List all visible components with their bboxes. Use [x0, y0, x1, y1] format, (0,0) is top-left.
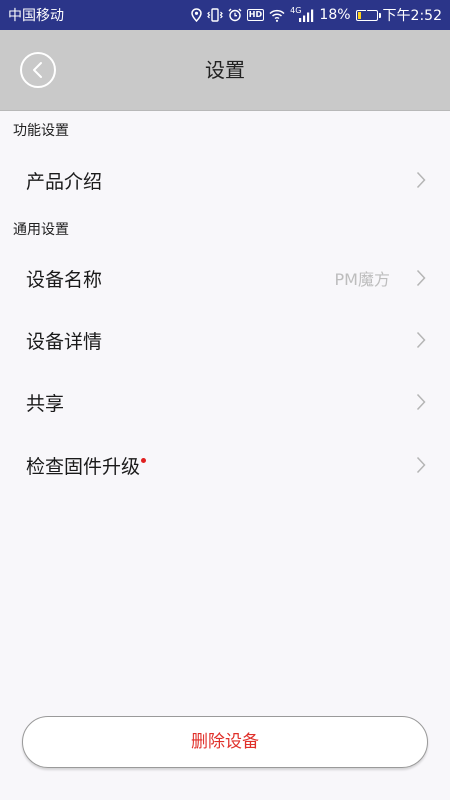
device-name-value: PM魔方: [334, 270, 390, 289]
clock: 下午2:52: [382, 8, 442, 24]
alarm-icon: [228, 8, 242, 22]
row-device-name[interactable]: 设备名称 PM魔方: [0, 250, 450, 306]
battery-percent: 18%: [319, 7, 351, 23]
chevron-right-icon: [416, 456, 426, 474]
section-header-function: 功能设置: [13, 123, 69, 139]
row-label-with-badge: 检查固件升级: [26, 452, 147, 479]
row-label: 设备名称: [26, 268, 103, 291]
back-button[interactable]: [20, 52, 56, 88]
chevron-right-icon: [416, 171, 426, 189]
row-firmware-upgrade[interactable]: 检查固件升级: [0, 437, 450, 493]
row-label: 设备详情: [26, 330, 103, 353]
vibrate-icon: [206, 8, 223, 22]
wifi-icon: [269, 9, 285, 22]
chevron-right-icon: [416, 393, 426, 411]
section-header-general: 通用设置: [13, 222, 69, 238]
charging-icon: +: [362, 7, 371, 19]
signal-icon: 4G: [290, 5, 314, 22]
status-icons: HD 4G 18% + 下午2:52: [191, 5, 442, 25]
battery-icon: +: [355, 7, 381, 21]
row-label: 共享: [26, 392, 65, 415]
update-badge-dot: [141, 457, 147, 463]
chevron-left-icon: [31, 61, 45, 79]
chevron-right-icon: [416, 269, 426, 287]
row-share[interactable]: 共享: [0, 374, 450, 430]
page-title: 设置: [205, 58, 245, 82]
status-bar: 中国移动 HD 4G 18% + 下午2:52: [0, 0, 450, 30]
location-icon: [191, 8, 202, 22]
row-device-details[interactable]: 设备详情: [0, 312, 450, 368]
row-product-intro[interactable]: 产品介绍: [0, 152, 450, 208]
carrier-label: 中国移动: [8, 8, 64, 24]
network-type-label: 4G: [290, 5, 302, 15]
app-header: 设置: [0, 30, 450, 111]
hd-icon: HD: [246, 9, 265, 21]
row-label: 产品介绍: [26, 170, 103, 193]
chevron-right-icon: [416, 331, 426, 349]
row-label: 检查固件升级: [26, 455, 141, 478]
delete-device-button[interactable]: 删除设备: [22, 716, 428, 768]
